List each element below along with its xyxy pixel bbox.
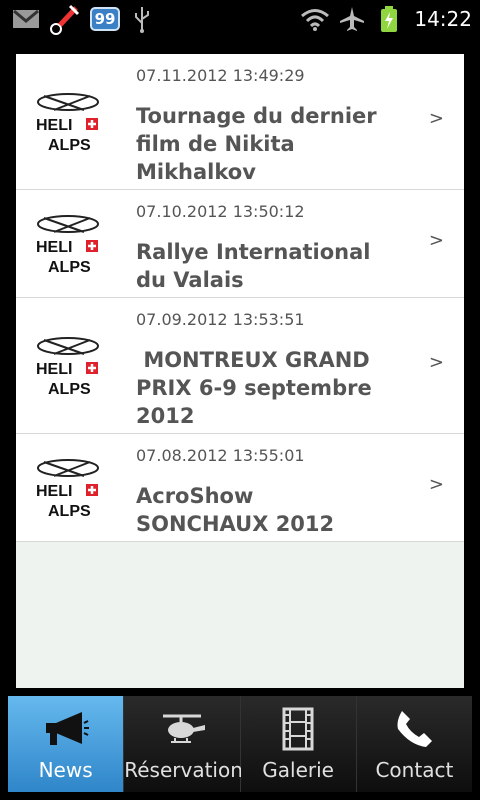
heli-alps-logo-icon: HELI ALPS (36, 93, 99, 154)
svg-text:HELI: HELI (36, 117, 72, 134)
helicopter-icon (124, 706, 239, 752)
svg-text:ALPS: ALPS (48, 503, 91, 520)
phone-icon (357, 706, 472, 752)
news-item[interactable]: HELI ALPS 07.08.2012 13:55:01 AcroShow S… (16, 434, 464, 542)
tab-label: Contact (375, 758, 454, 782)
heli-alps-logo-icon: HELI ALPS (36, 459, 99, 520)
battery-charging-icon (376, 0, 402, 38)
satellite-icon (46, 0, 86, 38)
svg-text:HELI: HELI (36, 483, 72, 500)
svg-text:HELI: HELI (36, 239, 72, 256)
chevron-right-icon: > (428, 108, 444, 129)
tab-reservation[interactable]: Réservation (124, 696, 243, 792)
news-item[interactable]: HELI ALPS 07.10.2012 13:50:12 Rallye Int… (16, 190, 464, 298)
tab-label: Galerie (262, 758, 334, 782)
chevron-right-icon: > (428, 230, 444, 251)
news-item[interactable]: HELI ALPS 07.09.2012 13:53:51 MONTREUX G… (16, 298, 464, 434)
news-title: Tournage du dernier film de Nikita Mikha… (136, 104, 377, 184)
wifi-icon (298, 0, 332, 38)
news-date: 07.09.2012 13:53:51 (136, 310, 305, 329)
film-strip-icon (241, 706, 356, 752)
tab-galerie[interactable]: Galerie (240, 696, 357, 792)
tab-news[interactable]: News (8, 696, 125, 792)
bottom-edge (0, 792, 480, 800)
news-date: 07.08.2012 13:55:01 (136, 446, 305, 465)
svg-text:HELI: HELI (36, 361, 72, 378)
megaphone-icon (8, 706, 123, 752)
news-panel: HELI ALPS 07.11.2012 13:49:29 Tournage d… (16, 54, 464, 688)
airplane-icon (336, 0, 368, 38)
svg-text:ALPS: ALPS (48, 137, 91, 154)
tab-label: News (38, 758, 93, 782)
news-item[interactable]: HELI ALPS 07.11.2012 13:49:29 Tournage d… (16, 54, 464, 190)
news-date: 07.11.2012 13:49:29 (136, 66, 305, 85)
status-time: 14:22 (414, 7, 472, 31)
chevron-right-icon: > (428, 474, 444, 495)
news-title: MONTREUX GRAND PRIX 6-9 septembre 2012 (136, 348, 380, 428)
heli-alps-logo-icon: HELI ALPS (36, 215, 99, 276)
news-title: Rallye International du Valais (136, 240, 371, 292)
notification-count-badge: 99 (90, 7, 120, 31)
news-list: HELI ALPS 07.11.2012 13:49:29 Tournage d… (16, 54, 464, 542)
svg-text:ALPS: ALPS (48, 259, 91, 276)
status-bar: 99 14:22 (0, 0, 480, 38)
news-date: 07.10.2012 13:50:12 (136, 202, 305, 221)
svg-text:ALPS: ALPS (48, 381, 91, 398)
news-title: AcroShow SONCHAUX 2012 (136, 484, 335, 536)
bottom-tab-bar: News Réservation Galerie Contact (8, 696, 472, 792)
tab-label: Réservation (124, 758, 243, 782)
gmail-icon (10, 0, 42, 38)
heli-alps-logo-icon: HELI ALPS (36, 337, 99, 398)
tab-contact[interactable]: Contact (356, 696, 472, 792)
usb-icon (130, 0, 154, 38)
chevron-right-icon: > (428, 352, 444, 373)
